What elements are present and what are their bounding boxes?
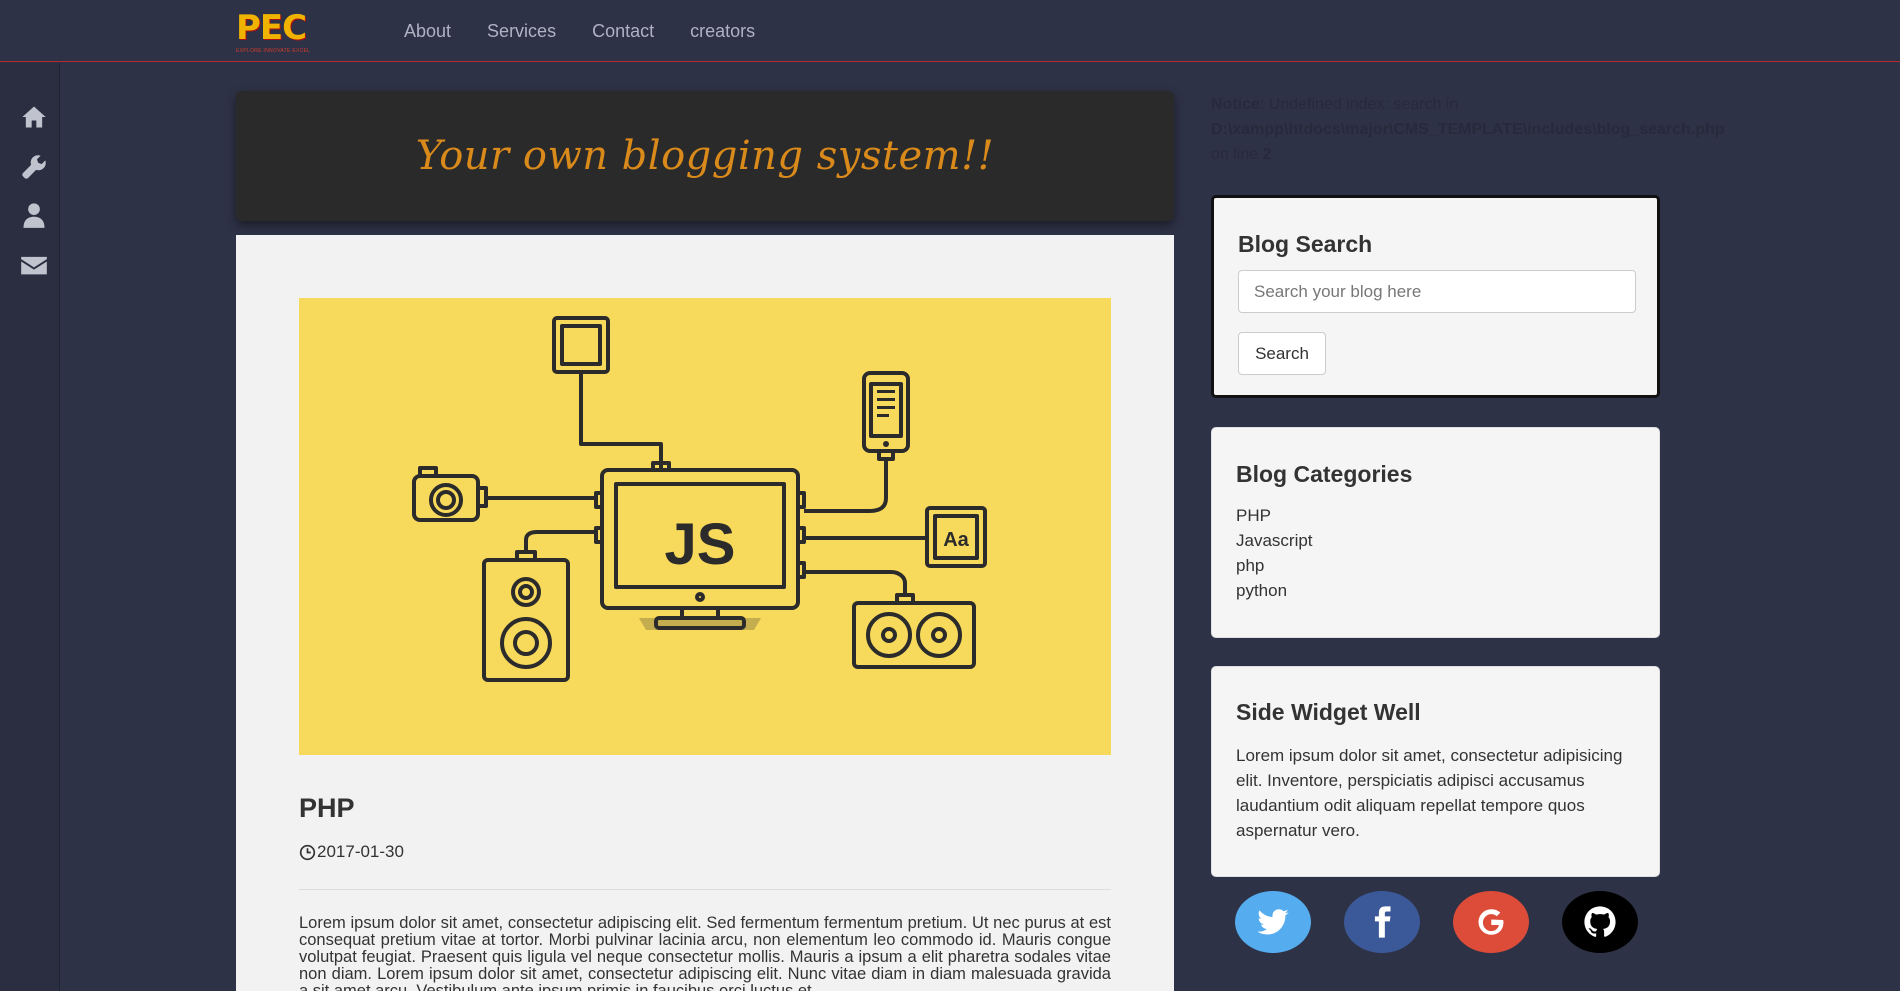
blog-categories-title: Blog Categories (1236, 461, 1413, 487)
banner-tagline: Your own blogging system!! (415, 133, 995, 179)
hero-banner: Your own blogging system!! (236, 91, 1174, 221)
logo-tagline: EXPLORE INNOVATE EXCEL (236, 48, 311, 54)
nav-link-contact[interactable]: Contact (574, 21, 672, 42)
post-date-text: 2017-01-30 (317, 842, 404, 861)
category-item-php[interactable]: PHP (1236, 503, 1313, 528)
notice-path: D:\xampp\htdocs\major\CMS_TEMPLATE\inclu… (1211, 121, 1725, 138)
clock-icon (299, 844, 316, 860)
nav-link-creators[interactable]: creators (672, 21, 773, 42)
js-label: JS (665, 512, 736, 577)
js-devices-illustration: JS Aa (412, 316, 987, 682)
twitter-icon (1257, 909, 1289, 935)
home-icon[interactable] (20, 103, 48, 131)
aa-label: Aa (943, 529, 969, 551)
facebook-button[interactable] (1344, 891, 1420, 953)
notice-line-prefix: on line (1211, 146, 1259, 163)
google-icon (1478, 909, 1504, 935)
search-button[interactable]: Search (1238, 332, 1326, 375)
github-icon (1584, 906, 1616, 937)
nav-links: About Services Contact creators (386, 0, 773, 62)
notice-message: : Undefined index: search in (1259, 96, 1459, 113)
post-title[interactable]: PHP (299, 793, 355, 824)
google-button[interactable] (1453, 891, 1529, 953)
github-button[interactable] (1562, 891, 1638, 953)
post-divider (299, 889, 1111, 890)
twitter-button[interactable] (1235, 891, 1311, 953)
category-item-php-lower[interactable]: php (1236, 553, 1313, 578)
post-date: 2017-01-30 (299, 842, 404, 862)
site-logo[interactable]: PEC EXPLORE INNOVATE EXCEL (236, 8, 336, 56)
category-list: PHP Javascript php python (1236, 503, 1313, 603)
side-icon-rail (0, 63, 60, 991)
search-input[interactable] (1238, 270, 1636, 313)
blog-search-title: Blog Search (1238, 231, 1373, 257)
notice-line-number: 2 (1262, 146, 1272, 163)
blog-search-well: Blog Search Search (1211, 195, 1660, 398)
side-widget-well: Side Widget Well Lorem ipsum dolor sit a… (1211, 666, 1660, 877)
blog-categories-well: Blog Categories PHP Javascript php pytho… (1211, 427, 1660, 638)
category-item-javascript[interactable]: Javascript (1236, 528, 1313, 553)
nav-link-about[interactable]: About (386, 21, 469, 42)
envelope-icon[interactable] (20, 251, 48, 279)
post-body: Lorem ipsum dolor sit amet, consectetur … (299, 914, 1111, 991)
facebook-icon (1374, 906, 1391, 938)
user-icon[interactable] (20, 201, 48, 229)
category-item-python[interactable]: python (1236, 578, 1313, 603)
php-notice: Notice: Undefined index: search in D:\xa… (1211, 92, 1791, 167)
notice-label: Notice (1211, 96, 1260, 113)
nav-link-services[interactable]: Services (469, 21, 574, 42)
side-widget-text: Lorem ipsum dolor sit amet, consectetur … (1236, 746, 1623, 840)
logo-text: PEC (236, 8, 307, 48)
top-navbar: PEC EXPLORE INNOVATE EXCEL About Service… (0, 0, 1900, 62)
side-widget-title: Side Widget Well (1236, 699, 1421, 725)
blog-post: JS Aa PHP 2017-01-30 Lorem ipsum dolor s… (236, 235, 1174, 991)
post-image[interactable]: JS Aa (299, 298, 1111, 755)
wrench-icon[interactable] (20, 153, 48, 181)
